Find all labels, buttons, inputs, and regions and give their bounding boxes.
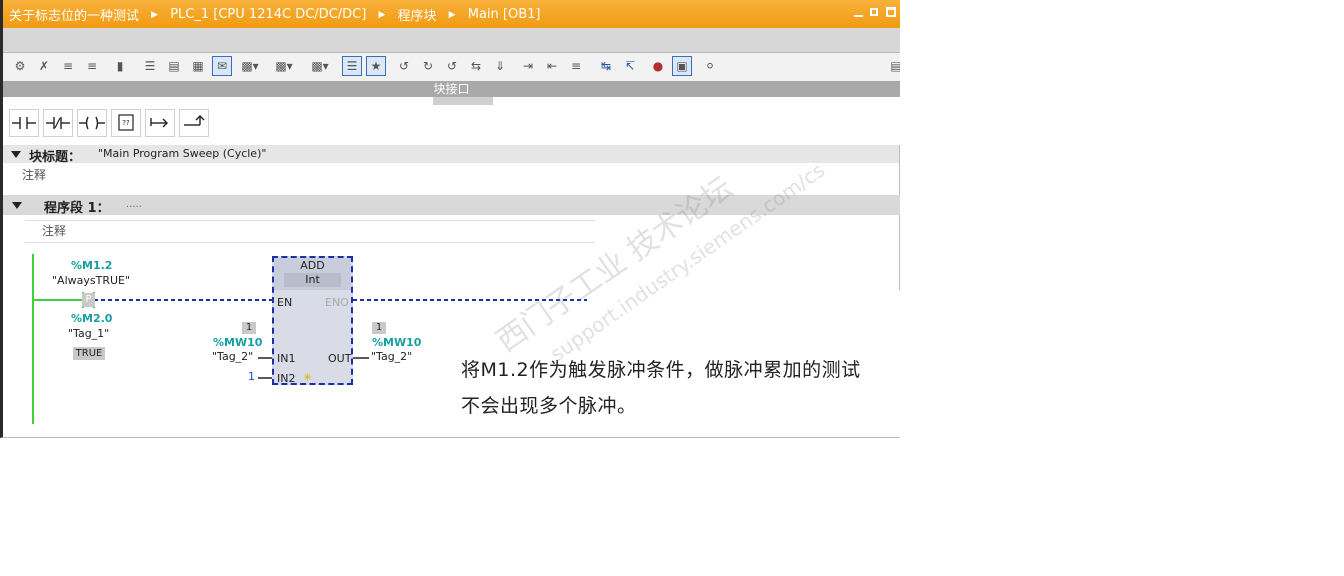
in1-monitor-value: 1 [242,322,256,334]
out-monitor-value: 1 [372,322,386,334]
annotation-line-2: 不会出现多个脉冲。 [461,395,637,417]
edge-memory-tag-name[interactable]: "Tag_1" [68,327,109,340]
contact-tag-name[interactable]: "AlwaysTRUE" [52,274,130,287]
pin-en: EN [277,296,293,309]
add-data-type[interactable]: Int [284,273,341,287]
annotation-note: 将M1.2作为触发脉冲条件，做脉冲累加的测试 不会出现多个脉冲。 [461,352,861,424]
annotation-line-1: 将M1.2作为触发脉冲条件，做脉冲累加的测试 [461,359,861,381]
out-address[interactable]: %MW10 [372,336,421,349]
add-instruction-name: ADD [300,259,325,272]
add-box-header: ADD Int [274,258,351,290]
positive-edge-contact[interactable]: P [82,293,95,307]
pin-in2: IN2 [277,372,296,385]
pin-out: OUT [328,352,352,365]
add-input-star-icon[interactable]: ✳ [303,371,312,384]
in1-address[interactable]: %MW10 [213,336,262,349]
pin-eno: ENO [325,296,349,309]
editor-window: 关于标志位的一种测试 ▶ PLC_1 [CPU 1214C DC/DC/DC] … [0,0,900,438]
in1-tag-name[interactable]: "Tag_2" [212,350,253,363]
in2-constant[interactable]: 1 [248,370,255,383]
out-tag-name[interactable]: "Tag_2" [371,350,412,363]
edge-memory-address[interactable]: %M2.0 [71,312,112,325]
add-instruction-box[interactable]: ADD Int EN ENO IN1 IN2 ✳ OUT [272,256,353,385]
contact-address[interactable]: %M1.2 [71,259,112,272]
pin-in1: IN1 [277,352,296,365]
edge-monitor-value: TRUE [73,347,105,360]
